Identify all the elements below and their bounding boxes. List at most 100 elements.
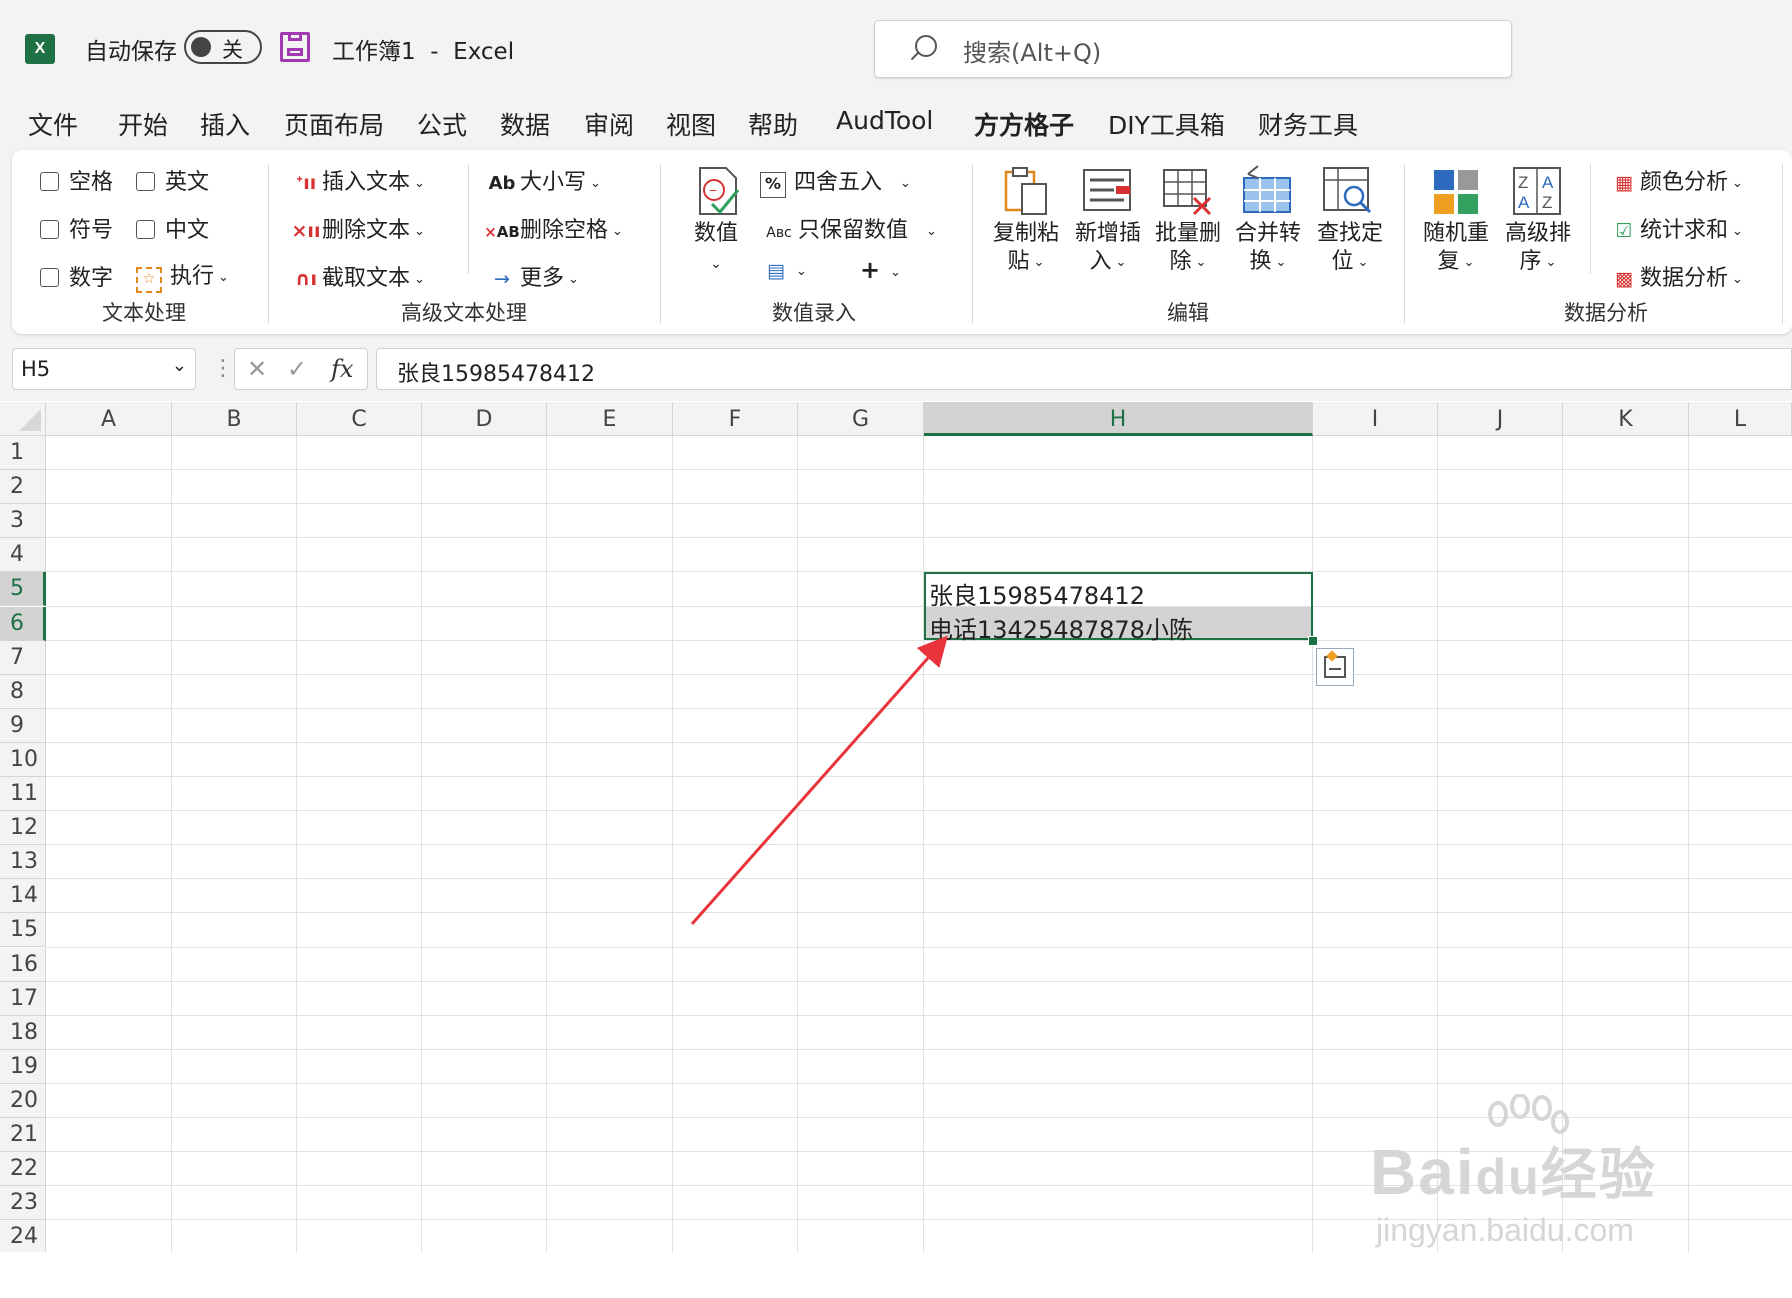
autosave-toggle[interactable]: 关 — [184, 30, 262, 64]
save-icon[interactable] — [280, 32, 310, 62]
copy-paste-button[interactable]: 复制粘贴 ⌄ — [993, 220, 1059, 277]
column-header-f[interactable]: F — [673, 402, 798, 436]
insert-function-icon[interactable]: fx — [331, 355, 353, 383]
row-header-9[interactable]: 9 — [0, 708, 46, 743]
stat-sum-button[interactable]: ☑ 统计求和 ⌄ — [1608, 212, 1742, 244]
row-header-11[interactable]: 11 — [0, 777, 46, 811]
find-locate-button[interactable]: 查找定位 ⌄ — [1317, 220, 1383, 277]
row-header-5[interactable]: 5 — [0, 572, 46, 607]
tab-audtool[interactable]: AudTool — [836, 106, 933, 135]
more-dots-icon[interactable]: ⋮ — [212, 356, 234, 381]
tab-home[interactable]: 开始 — [118, 106, 168, 142]
column-header-b[interactable]: B — [172, 402, 297, 436]
tab-fangfang[interactable]: 方方格子 — [974, 106, 1075, 150]
insert-text-button[interactable]: ᐩıı 插入文本 ⌄ — [290, 164, 425, 196]
column-header-c[interactable]: C — [297, 402, 422, 436]
column-header-j[interactable]: J — [1438, 402, 1563, 436]
numeric-button[interactable]: 数值 ⌄ — [694, 220, 738, 278]
row-header-22[interactable]: 22 — [0, 1152, 46, 1187]
column-header-a[interactable]: A — [46, 402, 172, 436]
row-header-12[interactable]: 12 — [0, 811, 46, 846]
chevron-down-icon[interactable]: ⌄ — [172, 355, 187, 376]
color-analysis-button[interactable]: ▦ 颜色分析 ⌄ — [1608, 164, 1743, 196]
cancel-icon[interactable]: ✕ — [247, 355, 267, 383]
formula-input[interactable]: 张良15985478412 — [376, 348, 1792, 390]
checkbox-space[interactable]: 空格 — [40, 164, 113, 196]
row-header-10[interactable]: 10 — [0, 742, 46, 777]
batch-delete-icon — [1163, 169, 1212, 216]
column-header-i[interactable]: I — [1313, 402, 1438, 436]
tab-help[interactable]: 帮助 — [748, 106, 798, 142]
column-header-h[interactable]: H — [924, 402, 1313, 436]
tab-page-layout[interactable]: 页面布局 — [284, 106, 384, 142]
checkbox-english[interactable]: 英文 — [136, 164, 209, 196]
copy-paste-icon — [1004, 167, 1047, 215]
column-header-d[interactable]: D — [422, 402, 547, 436]
checkbox-number[interactable]: 数字 — [40, 260, 113, 292]
more-button[interactable]: → 更多 ⌄ — [484, 260, 579, 292]
tab-finance-tools[interactable]: 财务工具 — [1258, 106, 1358, 142]
delete-text-button[interactable]: ×ıı删除文本 ⌄ — [290, 212, 425, 244]
tab-insert[interactable]: 插入 — [200, 106, 250, 142]
quick-analysis-icon[interactable] — [1316, 648, 1354, 686]
column-header-e[interactable]: E — [547, 402, 673, 436]
tab-data[interactable]: 数据 — [500, 106, 550, 142]
search-box[interactable]: 搜索(Alt+Q) — [874, 20, 1512, 78]
insert-rows-icon — [1083, 169, 1131, 211]
row-header-20[interactable]: 20 — [0, 1083, 46, 1118]
data-analysis-button[interactable]: ▩ 数据分析 ⌄ — [1608, 260, 1743, 292]
cell-h6[interactable]: 电话13425487878小陈 — [929, 610, 1193, 645]
row-header-1[interactable]: 1 — [0, 436, 46, 470]
cell-h5[interactable]: 张良15985478412 — [929, 576, 1145, 611]
confirm-icon[interactable]: ✓ — [287, 355, 307, 383]
data-grid-icon: ▩ — [1615, 268, 1633, 290]
separator — [660, 164, 661, 324]
add-button[interactable]: + ⌄ — [854, 256, 901, 284]
row-header-19[interactable]: 19 — [0, 1049, 46, 1084]
round-button[interactable]: % 四舍五入 ⌄ — [760, 164, 911, 198]
case-button[interactable]: Ab 大小写 ⌄ — [484, 164, 601, 196]
row-header-16[interactable]: 16 — [0, 947, 46, 982]
row-gridline — [46, 844, 1792, 846]
tab-review[interactable]: 审阅 — [584, 106, 634, 142]
row-header-13[interactable]: 13 — [0, 845, 46, 880]
row-header-24[interactable]: 24 — [0, 1220, 46, 1252]
row-header-14[interactable]: 14 — [0, 879, 46, 914]
row-header-21[interactable]: 21 — [0, 1118, 46, 1152]
column-header-k[interactable]: K — [1563, 402, 1689, 436]
select-all-corner[interactable] — [0, 402, 46, 436]
column-header-g[interactable]: G — [798, 402, 924, 436]
excel-icon: X — [25, 34, 61, 64]
row-header-18[interactable]: 18 — [0, 1015, 46, 1050]
row-header-17[interactable]: 17 — [0, 981, 46, 1016]
row-header-6[interactable]: 6 — [0, 606, 46, 641]
row-header-15[interactable]: 15 — [0, 913, 46, 948]
random-repeat-button[interactable]: 随机重复 ⌄ — [1423, 220, 1489, 277]
advanced-sort-button[interactable]: 高级排序 ⌄ — [1505, 220, 1571, 277]
tab-view[interactable]: 视图 — [666, 106, 716, 142]
row-header-2[interactable]: 2 — [0, 470, 46, 505]
search-icon — [915, 35, 937, 57]
checkbox-symbol[interactable]: 符号 — [40, 212, 113, 244]
name-box[interactable]: H5 ⌄ — [12, 348, 196, 390]
extract-text-button[interactable]: ∩ı 截取文本 ⌄ — [290, 260, 425, 292]
delete-space-button[interactable]: ×AB删除空格 ⌄ — [484, 212, 623, 244]
row-header-8[interactable]: 8 — [0, 674, 46, 709]
row-header-3[interactable]: 3 — [0, 504, 46, 539]
column-header-l[interactable]: L — [1689, 402, 1792, 436]
fill-handle[interactable] — [1308, 636, 1318, 646]
edit-form-button[interactable]: ▤ ⌄ — [760, 258, 807, 283]
tab-formulas[interactable]: 公式 — [417, 106, 467, 142]
row-header-23[interactable]: 23 — [0, 1186, 46, 1221]
row-header-4[interactable]: 4 — [0, 538, 46, 573]
tab-diy-toolbox[interactable]: DIY工具箱 — [1108, 106, 1225, 142]
row-header-7[interactable]: 7 — [0, 640, 46, 675]
insert-rows-button[interactable]: 新增插入 ⌄ — [1075, 220, 1141, 277]
watermark-brand-cn: 经验 — [1540, 1143, 1657, 1206]
execute-button[interactable]: ☆ 执行 ⌄ — [136, 258, 229, 293]
keep-value-button[interactable]: Aʙᴄ 只保留数值 ⌄ — [760, 212, 937, 244]
batch-delete-button[interactable]: 批量删除 ⌄ — [1155, 220, 1221, 277]
tab-file[interactable]: 文件 — [28, 106, 78, 142]
merge-convert-button[interactable]: 合并转换 ⌄ — [1235, 220, 1301, 277]
checkbox-chinese[interactable]: 中文 — [136, 212, 209, 244]
